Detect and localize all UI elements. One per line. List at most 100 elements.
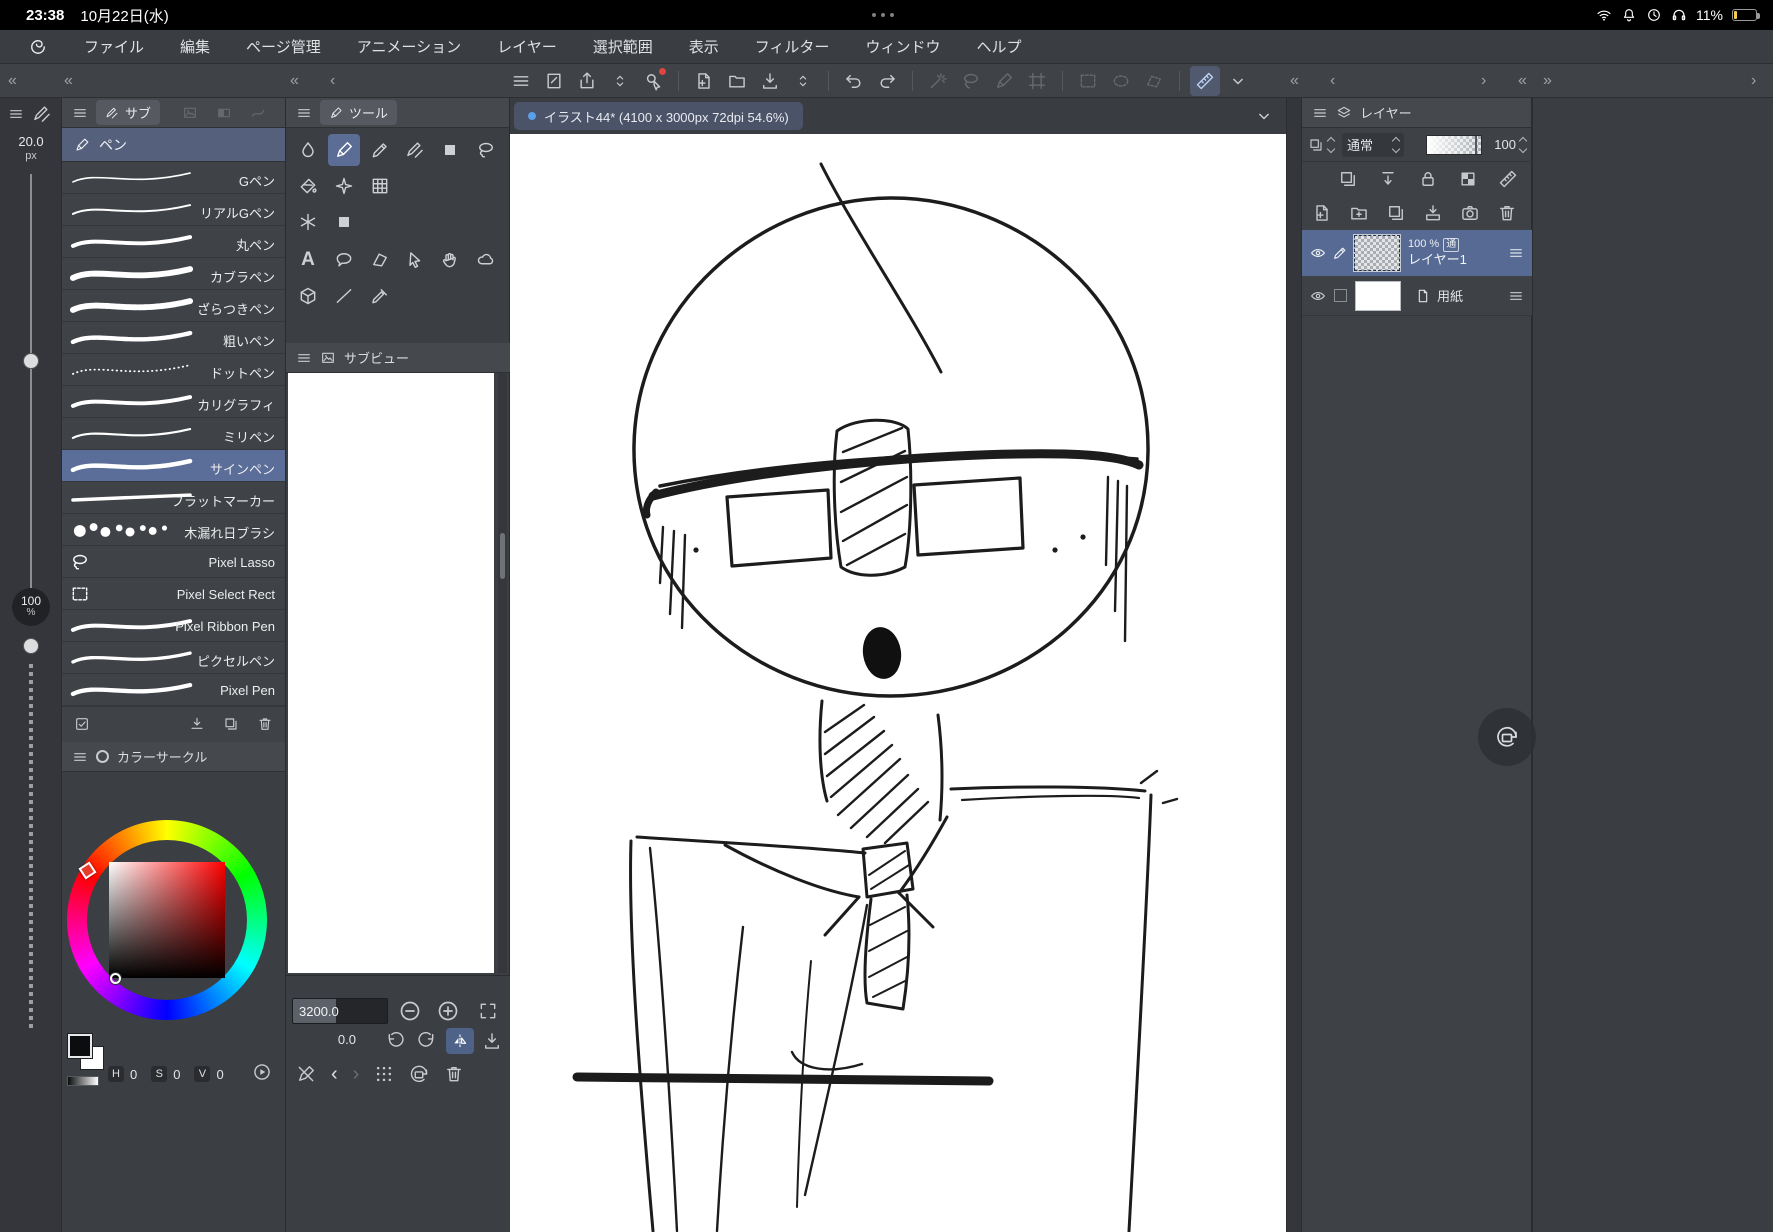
canvas-area[interactable] (510, 134, 1286, 1232)
menu-item-view[interactable]: 表示 (689, 36, 719, 57)
touch-gesture-button[interactable] (638, 66, 668, 96)
menu-item-animation[interactable]: アニメーション (357, 36, 461, 57)
brush-size-slider-knob[interactable] (23, 353, 39, 369)
menu-item-page-manage[interactable]: ページ管理 (246, 36, 321, 57)
tool-hand[interactable] (434, 244, 466, 276)
lasso-select-button[interactable] (956, 66, 986, 96)
crop-button[interactable] (1022, 66, 1052, 96)
subtool-item-pixel-select-rect[interactable]: Pixel Select Rect (62, 578, 285, 610)
subtool-item-pixel-lasso[interactable]: Pixel Lasso (62, 546, 285, 578)
camera-import-icon[interactable] (1460, 203, 1480, 223)
export-button[interactable] (755, 66, 785, 96)
delete-subtool-icon[interactable] (257, 716, 273, 732)
clear-canvas-trash-icon[interactable] (444, 1064, 464, 1084)
brush-size-slider[interactable] (30, 174, 32, 594)
new-layer-icon[interactable] (1312, 203, 1332, 223)
marquee-rect-button[interactable] (1073, 66, 1103, 96)
tool-pencil[interactable] (364, 134, 396, 166)
menu-item-help[interactable]: ヘルプ (976, 36, 1021, 57)
subtab-image-icon[interactable] (182, 105, 198, 121)
tool-effect-star[interactable] (292, 206, 324, 238)
redo-button[interactable] (872, 66, 902, 96)
opacity-stepper[interactable] (1518, 136, 1528, 153)
new-folder-icon[interactable] (1349, 203, 1369, 223)
blend-mode-select[interactable]: 通常 (1342, 132, 1404, 157)
dots-grid-icon[interactable] (374, 1064, 394, 1084)
edit-canvas-button[interactable] (539, 66, 569, 96)
panel-collapse-right-1[interactable]: » (1543, 73, 1552, 89)
lock-layer-icon[interactable] (1418, 169, 1438, 189)
subtool-settings-check-icon[interactable] (74, 716, 90, 732)
snap-ruler-button[interactable] (1190, 66, 1220, 96)
subview-canvas[interactable] (288, 373, 494, 973)
main-color-chip[interactable] (68, 1034, 92, 1058)
tool-blend-droplet[interactable] (292, 134, 324, 166)
subtool-item-komorebi-brush[interactable]: 木漏れ日ブラシ (62, 514, 285, 546)
tool-fill-solid[interactable] (328, 206, 360, 238)
zoom-input[interactable]: 3200.0 (292, 998, 388, 1024)
opacity-slider[interactable] (29, 664, 33, 1030)
menu-item-window[interactable]: ウィンドウ (865, 36, 940, 57)
subtab-gradient-icon[interactable] (216, 105, 232, 121)
opacity-slider-knob[interactable] (23, 638, 39, 654)
saturation-value-square[interactable] (109, 862, 225, 978)
tool-decoration[interactable] (328, 170, 360, 202)
layer-visibility-eye-icon[interactable] (1310, 245, 1326, 261)
subtool-group-header[interactable]: ペン (62, 128, 285, 162)
panel-collapse-left-4[interactable]: « (1290, 73, 1299, 89)
tool-eraser[interactable] (434, 134, 466, 166)
tool-panel-menu-icon[interactable] (296, 105, 312, 121)
tab-subtool[interactable]: サブ (96, 100, 161, 125)
command-menu-button[interactable] (506, 66, 536, 96)
layer-combine-icon[interactable] (1308, 137, 1324, 153)
document-tab[interactable]: イラスト44* (4100 x 3000px 72dpi 54.6%) (514, 102, 803, 130)
new-page-button[interactable] (689, 66, 719, 96)
subtool-item-dot-pen[interactable]: ドットペン (62, 354, 285, 386)
clip-to-layer-below-icon[interactable] (1378, 169, 1398, 189)
page-switch-button[interactable] (788, 66, 818, 96)
panel-collapse-left-5[interactable]: « (1518, 73, 1527, 89)
duplicate-layer-icon[interactable] (1386, 203, 1406, 223)
fit-to-screen-icon[interactable] (478, 1001, 498, 1021)
subtool-menu-icon[interactable] (72, 105, 88, 121)
reset-view-icon[interactable] (482, 1031, 502, 1051)
brush-pair-icon[interactable] (32, 104, 52, 124)
tab-tool[interactable]: ツール (320, 100, 398, 125)
combine-layers-icon[interactable] (1338, 169, 1358, 189)
subtab-curve-icon[interactable] (250, 105, 266, 121)
enable-ruler-icon[interactable] (1498, 169, 1518, 189)
menu-item-layer[interactable]: レイヤー (497, 36, 557, 57)
tool-pen[interactable] (328, 134, 360, 166)
tool-selection-lasso[interactable] (470, 134, 502, 166)
layer-row-menu-icon[interactable] (1508, 245, 1524, 261)
zoom-in-icon[interactable] (436, 999, 460, 1023)
subtool-item-pixel-pen-ja[interactable]: ピクセルペン (62, 642, 285, 674)
layer-panel-menu-icon[interactable] (1312, 105, 1328, 121)
import-subtool-icon[interactable] (189, 716, 205, 732)
tool-gradient-cloud[interactable] (470, 244, 502, 276)
panel-collapse-left-3[interactable]: « (290, 73, 299, 89)
combine-stepper[interactable] (1326, 136, 1336, 153)
tool-operation[interactable] (399, 244, 431, 276)
subtool-item-milli-pen[interactable]: ミリペン (62, 418, 285, 450)
history-back-icon[interactable]: ‹ (331, 1064, 338, 1084)
history-forward-icon[interactable]: › (353, 1064, 360, 1084)
menu-item-edit[interactable]: 編集 (180, 36, 210, 57)
subtool-item-flat-marker[interactable]: フラットマーカー (62, 482, 285, 514)
panel-chevron-right-2[interactable]: › (1751, 73, 1756, 89)
tool-airbrush[interactable] (292, 170, 324, 202)
color-set-play-icon[interactable] (252, 1062, 272, 1082)
workspace-switch-button[interactable] (605, 66, 635, 96)
tool-eyedropper[interactable] (364, 280, 396, 312)
subtool-item-pixel-ribbon-pen[interactable]: Pixel Ribbon Pen (62, 610, 285, 642)
rotate-canvas-icon[interactable] (409, 1064, 429, 1084)
subtool-item-pixel-pen[interactable]: Pixel Pen (62, 674, 285, 706)
panel-collapse-left-2[interactable]: « (64, 73, 73, 89)
layer-thumbnail[interactable] (1354, 235, 1400, 271)
marquee-polygon-button[interactable] (1139, 66, 1169, 96)
menu-item-filter[interactable]: フィルター (755, 36, 830, 57)
selection-pen-button[interactable] (989, 66, 1019, 96)
opacity-slider-handle[interactable] (1475, 136, 1477, 154)
canvas-rotate-floating-button[interactable] (1478, 708, 1536, 766)
layer-edit-checkbox[interactable] (1334, 289, 1347, 302)
